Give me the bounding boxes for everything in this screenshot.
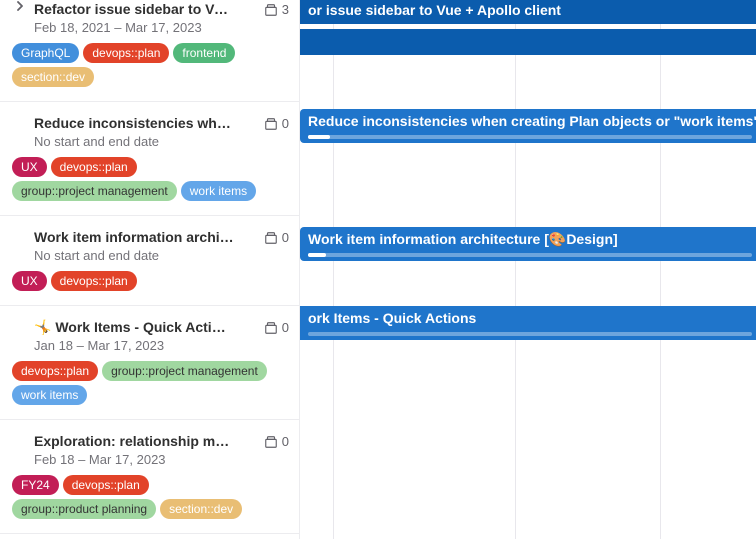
child-count-value: 0 — [282, 320, 289, 335]
child-count: 3 — [264, 2, 289, 17]
epic-item[interactable]: Reduce inconsistencies when cre… No start… — [0, 102, 299, 216]
label[interactable]: devops::plan — [63, 475, 149, 495]
epic-title[interactable]: Work item information architectur… — [34, 228, 234, 246]
progress-bar — [308, 332, 752, 336]
timeline-pane[interactable]: or issue sidebar to Vue + Apollo client … — [300, 0, 756, 539]
child-count: 0 — [264, 320, 289, 335]
epic-dates: No start and end date — [34, 248, 287, 263]
child-count: 0 — [264, 116, 289, 131]
label-list: UXdevops::plan — [12, 271, 272, 291]
timeline-bar-title: or issue sidebar to Vue + Apollo client — [308, 2, 561, 18]
epic-dates: No start and end date — [34, 134, 287, 149]
child-count-value: 0 — [282, 116, 289, 131]
label[interactable]: devops::plan — [12, 361, 98, 381]
label[interactable]: frontend — [173, 43, 235, 63]
label-list: FY24devops::plangroup::product plannings… — [12, 475, 272, 519]
label[interactable]: devops::plan — [83, 43, 169, 63]
label[interactable]: FY24 — [12, 475, 59, 495]
expand-chevron-icon[interactable] — [12, 1, 28, 11]
label-list: UXdevops::plangroup::project managementw… — [12, 157, 272, 201]
epic-item[interactable]: Exploration: relationship managem… Feb 18… — [0, 420, 299, 534]
label[interactable]: UX — [12, 157, 47, 177]
epic-title[interactable]: Exploration: relationship managem… — [34, 432, 234, 450]
label[interactable]: devops::plan — [51, 157, 137, 177]
child-count: 0 — [264, 230, 289, 245]
label-list: devops::plangroup::project managementwor… — [12, 361, 272, 405]
epic-dates: Jan 18 – Mar 17, 2023 — [34, 338, 287, 353]
epic-list-sidebar: Refactor issue sidebar to Vue + … Feb 18,… — [0, 0, 300, 539]
label[interactable]: section::dev — [160, 499, 242, 519]
epic-dates: Feb 18, 2021 – Mar 17, 2023 — [34, 20, 287, 35]
timeline-bar[interactable]: ork Items - Quick Actions — [300, 306, 756, 340]
timeline-bar-title: Work item information architecture [🎨Des… — [308, 231, 618, 247]
label[interactable]: group::product planning — [12, 499, 156, 519]
child-count: 0 — [264, 434, 289, 449]
epic-item[interactable]: 🤸 Work Items - Quick Actions Jan 18 – Mar… — [0, 306, 299, 420]
epic-item[interactable]: Work item information architectur… No sta… — [0, 216, 299, 306]
timeline-bar[interactable]: Work item information architecture [🎨Des… — [300, 227, 756, 261]
progress-bar — [308, 253, 752, 257]
timeline-bar[interactable]: or issue sidebar to Vue + Apollo client — [300, 0, 756, 24]
epic-title[interactable]: Refactor issue sidebar to Vue + … — [34, 0, 234, 18]
child-count-value: 0 — [282, 434, 289, 449]
timeline-bar[interactable]: Reduce inconsistencies when creating Pla… — [300, 109, 756, 143]
label[interactable]: UX — [12, 271, 47, 291]
epic-title[interactable]: Reduce inconsistencies when cre… — [34, 114, 234, 132]
label[interactable]: group::project management — [102, 361, 267, 381]
timeline-bar-title: ork Items - Quick Actions — [308, 310, 476, 326]
label[interactable]: work items — [181, 181, 256, 201]
label[interactable]: section::dev — [12, 67, 94, 87]
label[interactable]: group::project management — [12, 181, 177, 201]
label[interactable]: GraphQL — [12, 43, 79, 63]
label[interactable]: work items — [12, 385, 87, 405]
child-count-value: 0 — [282, 230, 289, 245]
child-count-value: 3 — [282, 2, 289, 17]
label-list: GraphQLdevops::planfrontendsection::dev — [12, 43, 272, 87]
epic-title[interactable]: 🤸 Work Items - Quick Actions — [34, 318, 234, 336]
progress-bar — [308, 135, 752, 139]
timeline-bar-title: Reduce inconsistencies when creating Pla… — [308, 113, 756, 129]
timeline-bar[interactable] — [300, 29, 756, 55]
epic-dates: Feb 18 – Mar 17, 2023 — [34, 452, 287, 467]
label[interactable]: devops::plan — [51, 271, 137, 291]
epic-item[interactable]: Refactor issue sidebar to Vue + … Feb 18,… — [0, 0, 299, 102]
